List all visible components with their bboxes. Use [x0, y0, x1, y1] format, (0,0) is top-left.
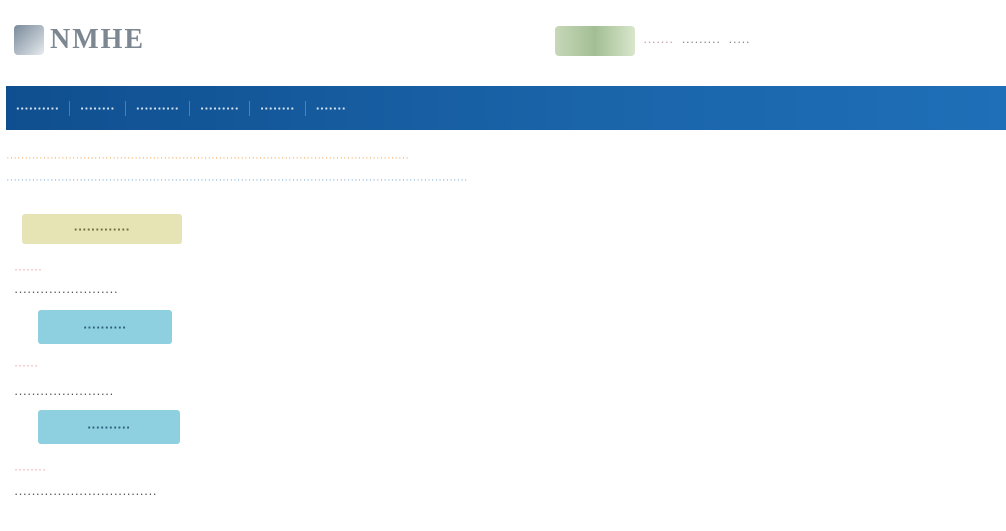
nav-item-5[interactable]: ········ [249, 100, 305, 116]
main-nav: ·········· ········ ·········· ·········… [6, 86, 1006, 130]
site-header: NMHE ······· ········· ····· [0, 0, 1006, 80]
logo[interactable]: NMHE [14, 18, 174, 62]
section-button-2[interactable]: ·········· [38, 410, 180, 444]
header-link-2[interactable]: ········· [681, 34, 720, 49]
header-link-3[interactable]: ····· [728, 34, 750, 49]
section-label-3: ········ [14, 462, 46, 476]
nav-item-1[interactable]: ·········· [6, 101, 69, 116]
section-text-2: ······················· [14, 386, 114, 401]
logo-icon [14, 25, 44, 55]
section-label-1: ······· [14, 262, 42, 276]
nav-item-6[interactable]: ······· [304, 100, 356, 116]
section-label-2: ······ [14, 358, 38, 372]
header-right: ······· ········· ····· [555, 24, 995, 58]
section-button-1[interactable]: ·········· [38, 310, 172, 344]
page: NMHE ······· ········· ····· ·········· … [0, 0, 1006, 531]
nav-item-3[interactable]: ·········· [124, 100, 189, 116]
top-action-button[interactable]: ············· [22, 214, 182, 244]
section-text-3: ································· [14, 486, 157, 501]
nav-item-4[interactable]: ········· [189, 100, 249, 116]
header-link-1[interactable]: ······· [643, 34, 673, 49]
sub-notice: ········································… [6, 174, 468, 186]
section-text-1: ························ [14, 284, 118, 299]
badge-icon[interactable] [555, 26, 635, 56]
nav-item-2[interactable]: ········ [69, 100, 125, 116]
logo-text: NMHE [50, 24, 146, 55]
notice-banner: ········································… [6, 152, 409, 164]
